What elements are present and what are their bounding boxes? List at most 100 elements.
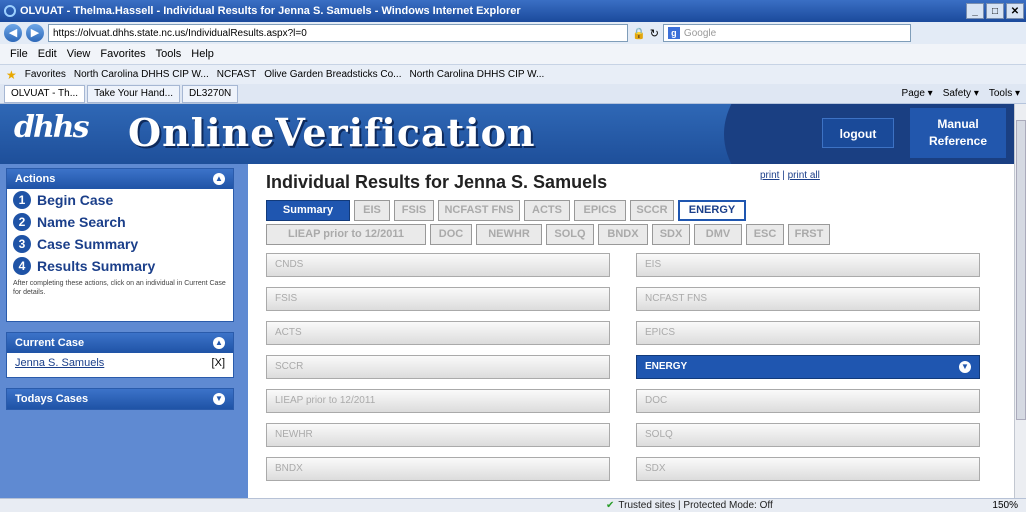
favorite-link-1[interactable]: North Carolina DHHS CIP W...: [74, 69, 209, 80]
menu-view[interactable]: View: [67, 48, 91, 60]
source-row-label: SCCR: [275, 361, 304, 372]
logout-button[interactable]: logout: [822, 118, 894, 148]
step-label: Name Search: [37, 214, 126, 230]
source-row-lieap-prior-to-12-2011[interactable]: LIEAP prior to 12/2011: [266, 389, 610, 413]
window-controls: _ □ ✕: [966, 3, 1024, 19]
source-tab-lieap-prior-to-12-2011[interactable]: LIEAP prior to 12/2011: [266, 224, 426, 245]
scroll-thumb[interactable]: [1016, 120, 1026, 420]
source-tab-ncfast-fns[interactable]: NCFAST FNS: [438, 200, 520, 221]
source-row-energy[interactable]: ENERGY ▼: [636, 355, 980, 379]
source-tab-energy[interactable]: ENERGY: [678, 200, 746, 221]
remove-case-button[interactable]: [X]: [212, 357, 225, 369]
favorite-link-2[interactable]: NCFAST: [217, 69, 256, 80]
main-area: Individual Results for Jenna S. Samuels …: [244, 164, 1014, 498]
zoom-level[interactable]: 150%: [992, 500, 1018, 511]
source-row-eis[interactable]: EIS: [636, 253, 980, 277]
source-row-label: EIS: [645, 259, 662, 270]
menu-edit[interactable]: Edit: [38, 48, 57, 60]
source-tab-sdx[interactable]: SDX: [652, 224, 690, 245]
chevron-down-icon[interactable]: ▼: [213, 393, 225, 405]
source-tab-esc[interactable]: ESC: [746, 224, 784, 245]
actions-panel: Actions ▲ 1 Begin Case 2 Name Search 3 C…: [6, 168, 234, 322]
source-row-newhr[interactable]: NEWHR: [266, 423, 610, 447]
address-row: ◀ ▶ https://olvuat.dhhs.state.nc.us/Indi…: [0, 22, 1026, 44]
source-row-sdx[interactable]: SDX: [636, 457, 980, 481]
chevron-down-icon[interactable]: ▼: [959, 361, 971, 373]
address-text: https://olvuat.dhhs.state.nc.us/Individu…: [53, 27, 307, 39]
safety-menu[interactable]: Safety ▾: [943, 88, 979, 99]
print-links: print | print all: [760, 170, 820, 181]
vertical-scrollbar[interactable]: [1014, 104, 1026, 498]
source-tab-fsis[interactable]: FSIS: [394, 200, 434, 221]
source-row-label: DOC: [645, 395, 668, 406]
source-row-label: CNDS: [275, 259, 304, 270]
todays-cases-panel: Todays Cases ▼: [6, 388, 234, 410]
current-case-link[interactable]: Jenna S. Samuels: [15, 357, 104, 369]
favorites-button[interactable]: Favorites: [25, 69, 66, 80]
search-box[interactable]: g Google: [662, 24, 911, 42]
forward-button[interactable]: ▶: [26, 24, 44, 42]
source-row-cnds[interactable]: CNDS: [266, 253, 610, 277]
print-link[interactable]: print: [760, 170, 779, 181]
dhhs-logo: dhhs: [14, 110, 89, 145]
source-row-fsis[interactable]: FSIS: [266, 287, 610, 311]
source-row-label: NEWHR: [275, 429, 313, 440]
status-bar: ✔ Trusted sites | Protected Mode: Off 150…: [0, 498, 1026, 512]
source-row-doc[interactable]: DOC: [636, 389, 980, 413]
source-tab-newhr[interactable]: NEWHR: [476, 224, 542, 245]
source-tab-acts[interactable]: ACTS: [524, 200, 570, 221]
print-separator: |: [782, 170, 785, 181]
step-results-summary[interactable]: 4 Results Summary: [7, 255, 233, 277]
browser-tab-2[interactable]: Take Your Hand...: [87, 84, 181, 103]
favorite-link-4[interactable]: North Carolina DHHS CIP W...: [409, 69, 544, 80]
address-bar[interactable]: https://olvuat.dhhs.state.nc.us/Individu…: [48, 24, 628, 42]
page-title: Individual Results for Jenna S. Samuels: [266, 172, 608, 192]
source-tab-frst[interactable]: FRST: [788, 224, 830, 245]
minimize-button[interactable]: _: [966, 3, 984, 19]
close-button[interactable]: ✕: [1006, 3, 1024, 19]
todays-cases-header[interactable]: Todays Cases ▼: [7, 389, 233, 409]
source-tab-summary[interactable]: Summary: [266, 200, 350, 221]
maximize-button[interactable]: □: [986, 3, 1004, 19]
source-row-label: BNDX: [275, 463, 303, 474]
favorite-link-3[interactable]: Olive Garden Breadsticks Co...: [264, 69, 401, 80]
star-icon: ★: [6, 67, 17, 82]
menu-tools[interactable]: Tools: [156, 48, 182, 60]
print-all-link[interactable]: print all: [788, 170, 820, 181]
source-tab-doc[interactable]: DOC: [430, 224, 472, 245]
actions-header[interactable]: Actions ▲: [7, 169, 233, 189]
current-case-row: Jenna S. Samuels [X]: [7, 353, 233, 373]
source-tab-epics[interactable]: EPICS: [574, 200, 626, 221]
source-tab-dmv[interactable]: DMV: [694, 224, 742, 245]
browser-tab-1[interactable]: OLVUAT - Th...: [4, 84, 86, 103]
step-begin-case[interactable]: 1 Begin Case: [7, 189, 233, 211]
source-tab-sccr[interactable]: SCCR: [630, 200, 674, 221]
source-row-acts[interactable]: ACTS: [266, 321, 610, 345]
tools-menu[interactable]: Tools ▾: [989, 88, 1020, 99]
source-row-epics[interactable]: EPICS: [636, 321, 980, 345]
menu-favorites[interactable]: Favorites: [100, 48, 145, 60]
step-name-search[interactable]: 2 Name Search: [7, 211, 233, 233]
source-tab-solq[interactable]: SOLQ: [546, 224, 594, 245]
sidebar: Actions ▲ 1 Begin Case 2 Name Search 3 C…: [0, 164, 244, 498]
page-menu[interactable]: Page ▾: [902, 88, 933, 99]
menu-help[interactable]: Help: [191, 48, 214, 60]
back-button[interactable]: ◀: [4, 24, 22, 42]
browser-tab-3[interactable]: DL3270N: [182, 84, 239, 103]
current-case-header[interactable]: Current Case ▲: [7, 333, 233, 353]
source-tab-bndx[interactable]: BNDX: [598, 224, 648, 245]
menu-file[interactable]: File: [10, 48, 28, 60]
source-tab-eis[interactable]: EIS: [354, 200, 390, 221]
window-titlebar: OLVUAT - Thelma.Hassell - Individual Res…: [0, 0, 1026, 22]
manual-reference-button[interactable]: Manual Reference: [910, 108, 1006, 158]
step-case-summary[interactable]: 3 Case Summary: [7, 233, 233, 255]
chevron-up-icon[interactable]: ▲: [213, 173, 225, 185]
command-bar: Page ▾ Safety ▾ Tools ▾: [902, 88, 1026, 99]
chevron-up-icon[interactable]: ▲: [213, 337, 225, 349]
source-row-bndx[interactable]: BNDX: [266, 457, 610, 481]
source-row-solq[interactable]: SOLQ: [636, 423, 980, 447]
source-row-sccr[interactable]: SCCR: [266, 355, 610, 379]
source-row-ncfast-fns[interactable]: NCFAST FNS: [636, 287, 980, 311]
todays-cases-title: Todays Cases: [15, 393, 89, 405]
refresh-icon[interactable]: ↻: [650, 27, 659, 40]
